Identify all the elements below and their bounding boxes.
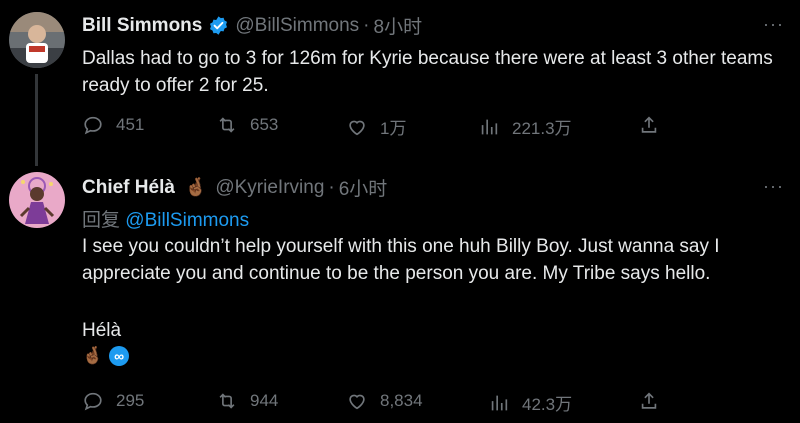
- author-name[interactable]: Chief Hélà: [82, 177, 175, 199]
- signature-text: Hélà: [82, 320, 122, 341]
- reply-icon: [84, 116, 102, 135]
- like-count: 8,834: [380, 391, 423, 410]
- views-count: 221.3万: [512, 119, 572, 138]
- crossed-fingers-icon: 🤞🏾: [82, 346, 104, 365]
- crossed-fingers-icon: 🤞🏾: [184, 177, 208, 197]
- reply-count: 451: [116, 115, 145, 134]
- tweet-header: Bill Simmons @BillSimmons · 8小时: [82, 12, 422, 39]
- share-icon: [641, 392, 657, 409]
- heart-icon: [349, 120, 365, 135]
- verified-badge-icon: [208, 15, 229, 36]
- reply-icon: [84, 392, 102, 411]
- retweet-count: 653: [250, 115, 279, 134]
- views-button[interactable]: 221.3万: [478, 114, 572, 139]
- share-button[interactable]: [638, 114, 672, 136]
- signature-emojis: 🤞🏾 ∞: [82, 346, 130, 366]
- like-button[interactable]: 8,834: [346, 390, 423, 412]
- like-button[interactable]: 1万: [346, 114, 406, 139]
- heart-icon: [349, 394, 365, 410]
- separator-dot: ·: [363, 14, 370, 36]
- author-handle[interactable]: @KyrieIrving: [215, 177, 324, 199]
- infinity-icon: ∞: [109, 346, 130, 366]
- thread-connector-line: [35, 74, 38, 166]
- tweet-text: Dallas had to go to 3 for 126m for Kyrie…: [82, 48, 773, 96]
- views-button[interactable]: 42.3万: [488, 390, 572, 415]
- retweet-icon: [219, 117, 235, 133]
- reply-button[interactable]: 295: [82, 390, 144, 412]
- tweet-kyrie-irving[interactable]: Chief Hélà 🤞🏾 @KyrieIrving · 6小时 ··· 回复 …: [0, 160, 800, 423]
- views-count: 42.3万: [522, 395, 573, 414]
- action-bar: 451 653 1万 221.3万: [82, 114, 780, 138]
- retweet-icon: [219, 393, 235, 409]
- views-icon: [481, 119, 498, 134]
- separator-dot: ·: [328, 176, 335, 198]
- avatar-bill-simmons[interactable]: [9, 12, 65, 68]
- tweet-text: I see you couldn’t help yourself with th…: [82, 236, 720, 284]
- retweet-button[interactable]: 944: [216, 390, 278, 412]
- avatar-kyrie-irving[interactable]: [9, 172, 65, 228]
- retweet-count: 944: [250, 391, 279, 410]
- share-icon: [641, 116, 657, 133]
- reply-count: 295: [116, 391, 145, 410]
- timestamp[interactable]: 8小时: [374, 12, 423, 39]
- like-count: 1万: [380, 119, 407, 138]
- views-icon: [491, 395, 508, 410]
- share-button[interactable]: [638, 390, 672, 412]
- author-name[interactable]: Bill Simmons: [82, 15, 202, 37]
- tweet-bill-simmons[interactable]: Bill Simmons @BillSimmons · 8小时 ··· Dall…: [0, 0, 800, 166]
- more-options-icon[interactable]: ···: [763, 176, 784, 197]
- timestamp[interactable]: 6小时: [339, 174, 388, 201]
- more-options-icon[interactable]: ···: [763, 14, 784, 35]
- replying-to: 回复 @BillSimmons: [82, 205, 249, 232]
- author-handle[interactable]: @BillSimmons: [235, 15, 359, 37]
- reply-to-label: 回复: [82, 210, 121, 231]
- retweet-button[interactable]: 653: [216, 114, 278, 136]
- action-bar: 295 944 8,834 42.3万: [82, 390, 780, 414]
- reply-button[interactable]: 451: [82, 114, 144, 136]
- reply-to-handle[interactable]: @BillSimmons: [125, 210, 249, 231]
- tweet-header: Chief Hélà 🤞🏾 @KyrieIrving · 6小时: [82, 174, 387, 201]
